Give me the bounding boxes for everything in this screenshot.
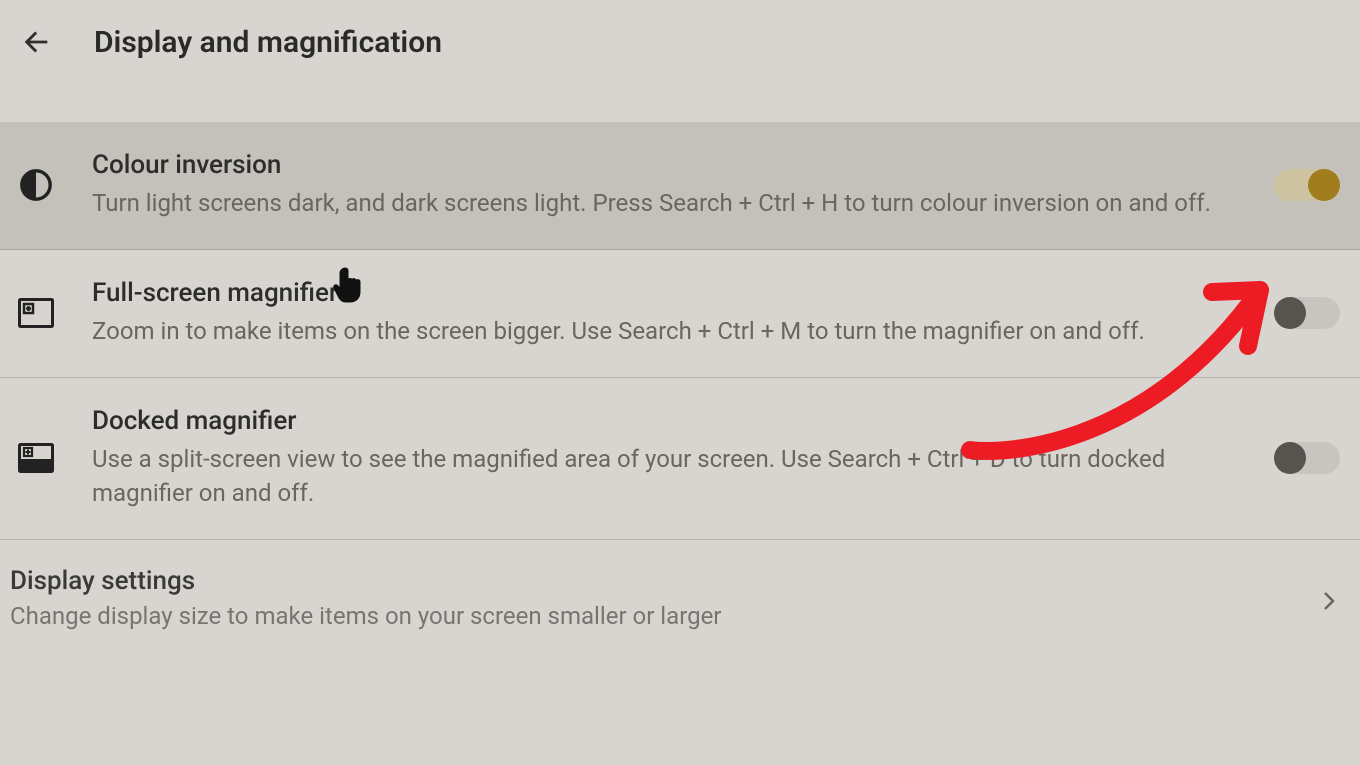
fullscreen-magnifier-icon (16, 293, 56, 333)
setting-description: Use a split-screen view to see the magni… (92, 442, 1234, 512)
setting-title: Full-screen magnifier (92, 278, 1234, 308)
docked-magnifier-icon (16, 438, 56, 478)
setting-text: Docked magnifier Use a split-screen view… (92, 406, 1274, 512)
link-description: Change display size to make items on you… (10, 602, 1314, 630)
toggle-knob (1308, 169, 1340, 201)
toggle-fullscreen-magnifier[interactable] (1274, 297, 1340, 329)
page-header: Display and magnification (0, 0, 1360, 122)
setting-title: Colour inversion (92, 150, 1234, 180)
setting-title: Docked magnifier (92, 406, 1234, 436)
toggle-colour-inversion[interactable] (1274, 169, 1340, 201)
setting-row-colour-inversion[interactable]: Colour inversion Turn light screens dark… (0, 122, 1360, 250)
setting-text: Colour inversion Turn light screens dark… (92, 150, 1274, 221)
chevron-right-icon (1314, 566, 1344, 610)
contrast-icon (16, 165, 56, 205)
back-button[interactable] (16, 22, 56, 62)
setting-description: Zoom in to make items on the screen bigg… (92, 314, 1234, 349)
setting-row-fullscreen-magnifier[interactable]: Full-screen magnifier Zoom in to make it… (0, 250, 1360, 378)
setting-row-docked-magnifier[interactable]: Docked magnifier Use a split-screen view… (0, 378, 1360, 541)
link-title: Display settings (10, 566, 1314, 596)
link-row-display-settings[interactable]: Display settings Change display size to … (0, 540, 1360, 640)
arrow-back-icon (19, 25, 53, 59)
setting-text: Full-screen magnifier Zoom in to make it… (92, 278, 1274, 349)
toggle-docked-magnifier[interactable] (1274, 442, 1340, 474)
link-text: Display settings Change display size to … (10, 566, 1314, 630)
page-title: Display and magnification (94, 25, 442, 60)
toggle-knob (1274, 297, 1306, 329)
toggle-knob (1274, 442, 1306, 474)
setting-description: Turn light screens dark, and dark screen… (92, 186, 1234, 221)
